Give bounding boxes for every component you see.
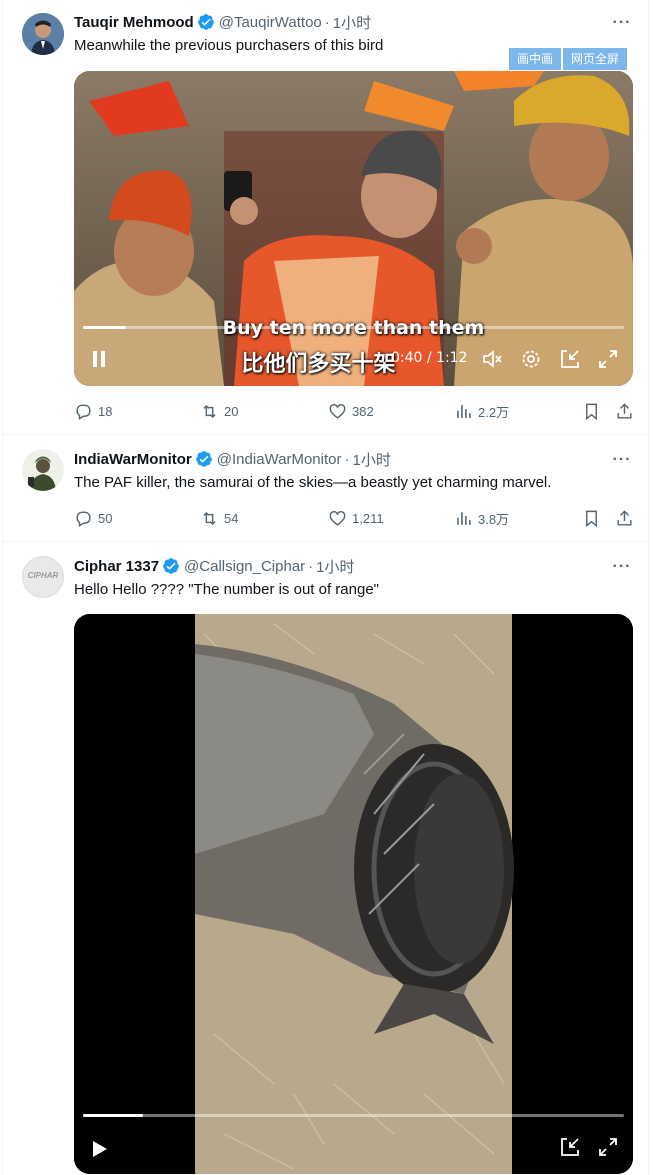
avatar[interactable] <box>22 449 64 491</box>
video-progress-fill <box>83 326 127 329</box>
author-handle[interactable]: @TauqirWattoo <box>219 14 322 31</box>
video-player[interactable] <box>74 614 633 1174</box>
avatar-logo-text: CIPHAR <box>27 571 59 580</box>
timestamp[interactable]: 1小时 <box>333 12 371 33</box>
timeline: Tauqir Mehmood @TauqirWattoo · 1小时 ··· M… <box>2 0 650 1175</box>
share-icon <box>617 402 632 419</box>
author-handle[interactable]: @Callsign_Ciphar <box>184 558 305 575</box>
minimize-player-icon[interactable] <box>559 1136 581 1158</box>
video-controls <box>74 1114 633 1174</box>
video-overlay-buttons: 画中画 网页全屏 <box>507 48 628 70</box>
bookmark-button[interactable] <box>582 508 601 528</box>
minimize-player-icon[interactable] <box>559 348 581 370</box>
separator-dot: · <box>324 13 330 31</box>
share-button[interactable] <box>615 401 634 421</box>
like-count: 382 <box>352 403 374 419</box>
views-count: 3.8万 <box>478 511 510 527</box>
like-count: 1,211 <box>352 510 384 526</box>
views-chart-icon <box>457 511 471 525</box>
timestamp[interactable]: 1小时 <box>316 556 354 577</box>
heart-icon <box>329 403 346 419</box>
separator-dot: · <box>344 450 350 468</box>
web-fullscreen-button[interactable]: 网页全屏 <box>563 48 628 70</box>
verified-badge-icon <box>197 14 214 30</box>
timestamp[interactable]: 1小时 <box>353 449 391 470</box>
video-progress-bar[interactable] <box>83 1114 624 1117</box>
tweet-ciphar[interactable]: CIPHAR Ciphar 1337 @Callsign_Ciphar · 1小… <box>3 543 650 1175</box>
video-player[interactable]: Buy ten more than them 比他们多买十架 0:40 / 1:… <box>74 71 633 386</box>
retweet-count: 20 <box>224 403 239 419</box>
retweet-button[interactable]: 54 <box>200 508 238 528</box>
like-button[interactable]: 1,211 <box>328 508 384 528</box>
reply-button[interactable]: 50 <box>74 508 112 528</box>
video-progress-bar[interactable] <box>83 326 624 329</box>
picture-in-picture-button[interactable]: 画中画 <box>509 48 562 70</box>
retweet-icon <box>203 404 216 418</box>
retweet-button[interactable]: 20 <box>200 401 238 421</box>
tweet-actions: 18 20 382 2.2万 <box>74 401 634 421</box>
video-progress-fill <box>83 1114 143 1117</box>
share-icon <box>617 509 632 526</box>
tweet-text: The PAF killer, the samurai of the skies… <box>74 474 552 491</box>
verified-badge-icon <box>195 451 212 467</box>
play-icon[interactable] <box>88 1138 110 1160</box>
tweet-actions: 50 54 1,211 3.8万 <box>74 508 634 528</box>
reply-button[interactable]: 18 <box>74 401 112 421</box>
share-button[interactable] <box>615 508 634 528</box>
views-chart-icon <box>457 404 471 418</box>
reply-count: 18 <box>98 403 113 419</box>
views-button[interactable]: 2.2万 <box>454 401 509 421</box>
reply-count: 50 <box>98 510 113 526</box>
author-handle[interactable]: @IndiaWarMonitor <box>217 451 342 468</box>
pause-icon[interactable] <box>88 348 110 370</box>
views-count: 2.2万 <box>478 404 510 420</box>
like-button[interactable]: 382 <box>328 401 374 421</box>
tweet-indiawarmonitor[interactable]: IndiaWarMonitor @IndiaWarMonitor · 1小时 ·… <box>3 436 650 542</box>
video-controls: 0:40 / 1:12 <box>74 326 633 386</box>
bookmark-button[interactable] <box>582 401 601 421</box>
bookmark-icon <box>586 510 597 527</box>
author-name[interactable]: IndiaWarMonitor <box>74 451 192 468</box>
fullscreen-icon[interactable] <box>597 348 619 370</box>
video-timecode: 0:40 / 1:12 <box>391 350 468 366</box>
video-frame <box>74 614 633 1174</box>
author-name[interactable]: Tauqir Mehmood <box>74 14 194 31</box>
verified-badge-icon <box>163 558 179 574</box>
avatar[interactable]: CIPHAR <box>22 556 64 598</box>
separator-dot: · <box>308 557 314 575</box>
tweet-text: Hello Hello ???? "The number is out of r… <box>74 581 379 598</box>
retweet-count: 54 <box>224 510 239 526</box>
reply-icon <box>76 510 91 527</box>
author-name[interactable]: Ciphar 1337 <box>74 558 159 575</box>
more-options-icon[interactable]: ··· <box>610 559 634 580</box>
avatar[interactable] <box>22 13 64 55</box>
settings-gear-icon[interactable] <box>520 348 542 370</box>
mute-icon[interactable] <box>481 348 503 370</box>
heart-icon <box>329 510 346 526</box>
views-button[interactable]: 3.8万 <box>454 508 509 528</box>
tweet-tauqir[interactable]: Tauqir Mehmood @TauqirWattoo · 1小时 ··· M… <box>3 0 650 435</box>
retweet-icon <box>203 511 216 525</box>
more-options-icon[interactable]: ··· <box>610 452 634 473</box>
bookmark-icon <box>586 403 597 420</box>
more-options-icon[interactable]: ··· <box>610 15 634 36</box>
fullscreen-icon[interactable] <box>597 1136 619 1158</box>
reply-icon <box>76 403 91 420</box>
